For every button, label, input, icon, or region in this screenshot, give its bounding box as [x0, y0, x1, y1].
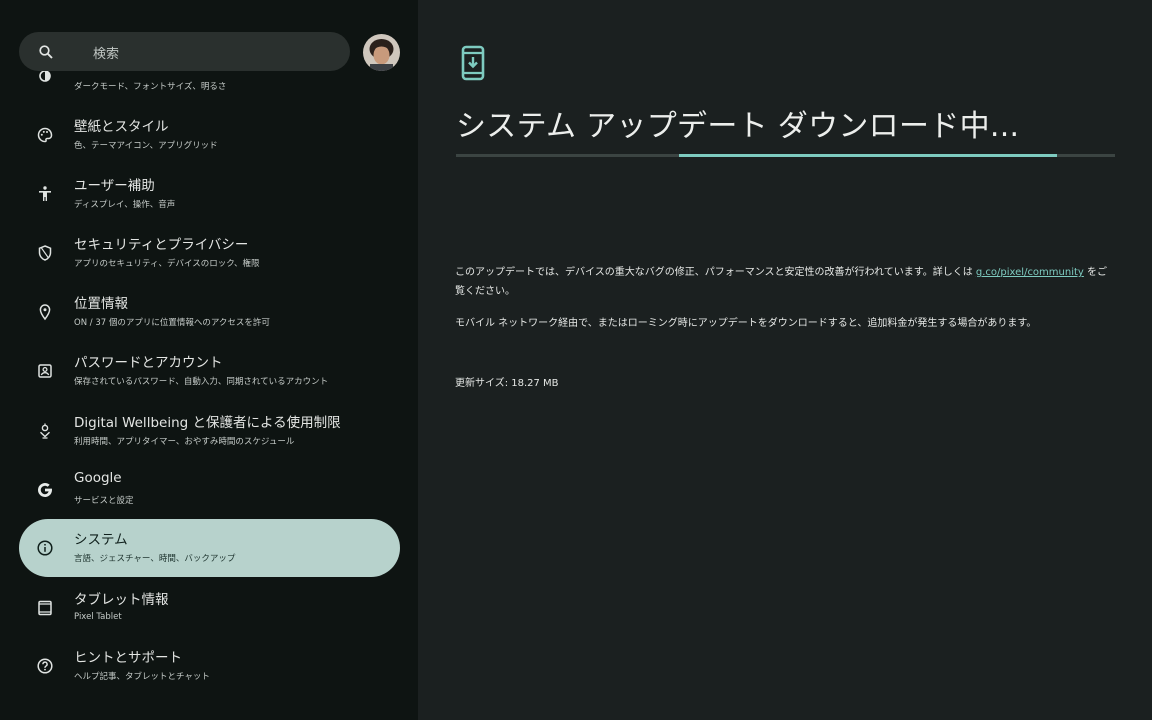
account-box-icon — [36, 362, 54, 380]
sidebar-item-tips-support[interactable]: ヒントとサポート ヘルプ記事、タブレットとチャット — [19, 637, 400, 695]
settings-window: ダークモード、フォントサイズ、明るさ 壁紙とスタイル 色、テーマアイコン、アプリ… — [0, 0, 1152, 720]
sidebar-item-subtitle: ON / 37 個のアプリに位置情報へのアクセスを許可 — [74, 318, 270, 328]
community-link[interactable]: g.co/pixel/community — [976, 267, 1084, 278]
update-size: 更新サイズ: 18.27 MB — [455, 378, 559, 389]
sidebar-item-security[interactable]: セキュリティとプライバシー アプリのセキュリティ、デバイスのロック、権限 — [19, 224, 400, 282]
google-g-icon — [36, 481, 54, 499]
search-bar[interactable]: 検索 — [19, 32, 350, 71]
sidebar-item-subtitle: 言語、ジェスチャー、時間、バックアップ — [74, 554, 236, 564]
settings-sidebar: ダークモード、フォントサイズ、明るさ 壁紙とスタイル 色、テーマアイコン、アプリ… — [0, 0, 418, 720]
sidebar-item-title: 位置情報 — [74, 296, 128, 312]
accessibility-icon — [36, 185, 54, 203]
sidebar-item-subtitle: 色、テーマアイコン、アプリグリッド — [74, 141, 218, 151]
sidebar-item-title: 壁紙とスタイル — [74, 119, 169, 135]
sidebar-item-title: セキュリティとプライバシー — [74, 237, 249, 253]
sidebar-item-subtitle: ダークモード、フォントサイズ、明るさ — [74, 82, 227, 92]
settings-list: ダークモード、フォントサイズ、明るさ 壁紙とスタイル 色、テーマアイコン、アプリ… — [0, 0, 418, 720]
description-text: このアップデートでは、デバイスの重大なバグの修正、パフォーマンスと安定性の改善が… — [455, 267, 976, 278]
page-title: システム アップデート ダウンロード中... — [456, 109, 1020, 144]
avatar[interactable] — [363, 34, 400, 71]
sidebar-item-title: ヒントとサポート — [74, 650, 182, 666]
sidebar-item-subtitle: サービスと設定 — [74, 496, 134, 506]
sidebar-item-google[interactable]: Google サービスと設定 — [19, 461, 400, 519]
help-icon — [36, 657, 54, 675]
shield-icon — [36, 244, 54, 262]
info-icon — [36, 539, 54, 557]
sidebar-item-passwords[interactable]: パスワードとアカウント 保存されているパスワード、自動入力、同期されているアカウ… — [19, 342, 400, 400]
sidebar-item-title: システム — [74, 532, 128, 548]
download-progress-bar — [456, 154, 1115, 157]
roaming-warning: モバイル ネットワーク経由で、またはローミング時にアップデートをダウンロードする… — [455, 318, 1037, 329]
sidebar-item-accessibility[interactable]: ユーザー補助 ディスプレイ、操作、音声 — [19, 165, 400, 223]
sidebar-item-system[interactable]: システム 言語、ジェスチャー、時間、バックアップ — [19, 519, 400, 577]
sidebar-item-digital-wellbeing[interactable]: Digital Wellbeing と保護者による使用制限 利用時間、アプリタイ… — [19, 402, 400, 460]
sidebar-item-wallpaper[interactable]: 壁紙とスタイル 色、テーマアイコン、アプリグリッド — [19, 106, 400, 164]
sidebar-item-subtitle: 利用時間、アプリタイマー、おやすみ時間のスケジュール — [74, 437, 295, 447]
location-pin-icon — [36, 303, 54, 321]
detail-pane: システム アップデート ダウンロード中... このアップデートでは、デバイスの重… — [418, 0, 1152, 720]
sidebar-item-title: Digital Wellbeing と保護者による使用制限 — [74, 415, 341, 431]
update-description: このアップデートでは、デバイスの重大なバグの修正、パフォーマンスと安定性の改善が… — [455, 263, 1115, 301]
sidebar-item-title: Google — [74, 470, 122, 486]
sidebar-item-location[interactable]: 位置情報 ON / 37 個のアプリに位置情報へのアクセスを許可 — [19, 283, 400, 341]
tablet-icon — [36, 599, 54, 617]
system-update-icon — [461, 45, 485, 81]
sidebar-item-title: タブレット情報 — [74, 592, 169, 608]
sidebar-item-title: パスワードとアカウント — [74, 355, 223, 371]
palette-icon — [36, 126, 54, 144]
sidebar-item-subtitle: ヘルプ記事、タブレットとチャット — [74, 672, 210, 682]
sidebar-item-subtitle: ディスプレイ、操作、音声 — [74, 200, 176, 210]
sidebar-item-tablet-info[interactable]: タブレット情報 Pixel Tablet — [19, 579, 400, 637]
search-placeholder: 検索 — [93, 47, 120, 62]
sidebar-item-subtitle: 保存されているパスワード、自動入力、同期されているアカウント — [74, 377, 329, 387]
sidebar-item-subtitle: アプリのセキュリティ、デバイスのロック、権限 — [74, 259, 260, 269]
search-icon — [38, 44, 54, 60]
wellbeing-icon — [36, 422, 54, 440]
download-progress-fill — [679, 154, 1057, 157]
sidebar-item-title: ユーザー補助 — [74, 178, 155, 194]
sidebar-item-subtitle: Pixel Tablet — [74, 612, 122, 622]
